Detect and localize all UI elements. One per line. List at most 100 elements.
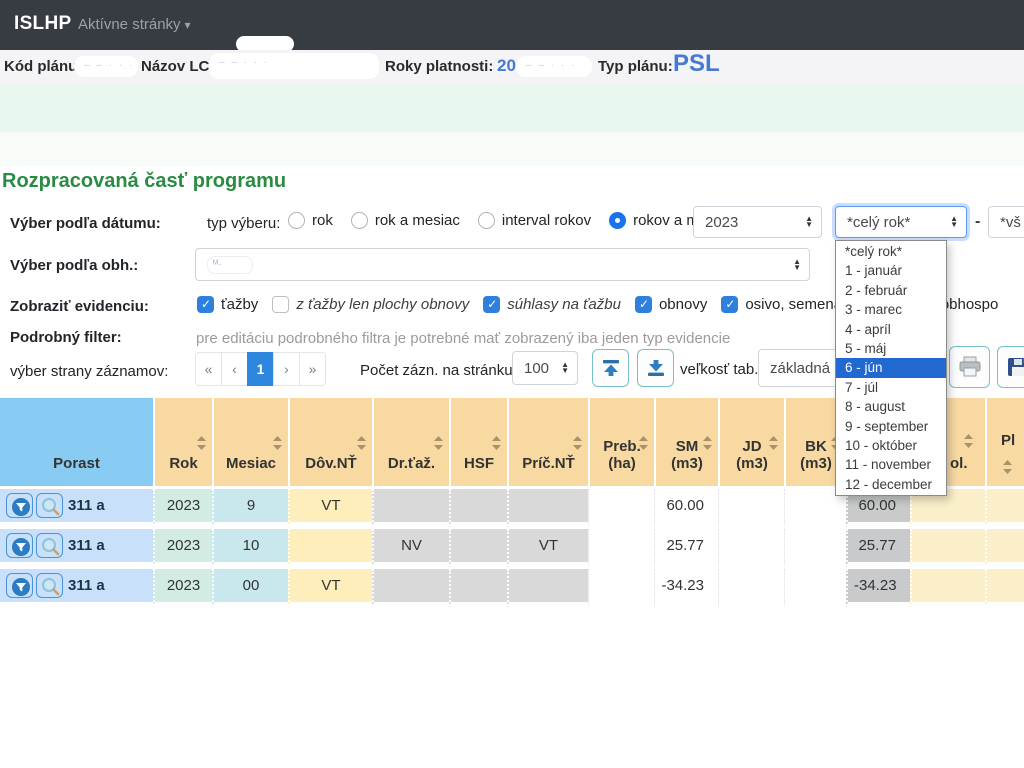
column-header-Pl[interactable]: Pl: [985, 398, 1024, 489]
column-header-SM[interactable]: SM(m3): [654, 398, 718, 489]
column-header-Mesiac[interactable]: Mesiac: [212, 398, 288, 489]
scroll-to-bottom-button[interactable]: [637, 349, 674, 387]
month-option[interactable]: 6 - jún: [836, 358, 946, 377]
checkbox-checked-icon[interactable]: [197, 296, 214, 313]
month-option[interactable]: 12 - december: [836, 475, 946, 494]
month-option[interactable]: 7 - júl: [836, 378, 946, 397]
row-filter-button[interactable]: [6, 573, 33, 598]
page-button-«[interactable]: «: [195, 352, 222, 386]
month-option[interactable]: 2 - február: [836, 281, 946, 300]
radio-option-rok-a-mesiac[interactable]: rok a mesiac: [351, 212, 460, 229]
section-title: Rozpracovaná časť programu: [2, 170, 286, 193]
evidencia-option-z-ťažby-len-plochy-obnovy[interactable]: z ťažby len plochy obnovy: [272, 296, 469, 313]
evidencia-option-obhospo[interactable]: obhospo: [941, 296, 999, 313]
month-option[interactable]: 1 - január: [836, 261, 946, 280]
sort-icon: [703, 436, 712, 450]
page-button-›[interactable]: ›: [273, 352, 300, 386]
column-header-Rok[interactable]: Rok: [153, 398, 212, 489]
evidencia-option-ťažby[interactable]: ťažby: [197, 296, 258, 313]
radio-option-rok[interactable]: rok: [288, 212, 333, 229]
nav-menu-active-pages[interactable]: Aktívne stránky▾: [78, 16, 191, 33]
plan-type-value: PSL: [673, 50, 720, 78]
funnel-icon: [9, 535, 31, 557]
table-cell: [718, 529, 784, 569]
table-cell: 2023: [153, 529, 212, 569]
month-option[interactable]: 11 - november: [836, 455, 946, 474]
column-sublabel: (m3): [724, 455, 780, 472]
column-header-Dr.ťaž.[interactable]: Dr.ťaž.: [372, 398, 449, 489]
per-page-select[interactable]: 100 ▲▼: [512, 351, 578, 385]
month-option[interactable]: 9 - september: [836, 417, 946, 436]
funnel-icon: [9, 575, 31, 597]
month-option[interactable]: 3 - marec: [836, 300, 946, 319]
table-cell[interactable]: 311 a: [0, 529, 153, 569]
table-cell[interactable]: 311 a: [0, 569, 153, 609]
radio-icon[interactable]: [288, 212, 305, 229]
checkbox-checked-icon[interactable]: [483, 296, 500, 313]
month-option[interactable]: 4 - apríl: [836, 320, 946, 339]
column-header-HSF[interactable]: HSF: [449, 398, 507, 489]
row-detail-button[interactable]: [36, 533, 63, 558]
evidencia-option-obnovy[interactable]: obnovy: [635, 296, 707, 313]
month-option[interactable]: 10 - október: [836, 436, 946, 455]
column-header-JD[interactable]: JD(m3): [718, 398, 784, 489]
obh-select[interactable]: ▲▼: [195, 248, 810, 281]
month-to-select[interactable]: *vš: [988, 206, 1024, 238]
spinner-icon: ▲▼: [793, 259, 801, 271]
checkbox-checked-icon[interactable]: [721, 296, 738, 313]
radio-label: rok: [312, 212, 333, 229]
page-button-‹[interactable]: ‹: [221, 352, 248, 386]
row-detail-button[interactable]: [36, 573, 63, 598]
type-select-label: typ výberu:: [207, 215, 280, 232]
row-filter-button[interactable]: [6, 533, 33, 558]
radio-icon[interactable]: [351, 212, 368, 229]
scroll-to-top-button[interactable]: [592, 349, 629, 387]
page-button-1[interactable]: 1: [247, 352, 274, 386]
column-header-Dôv.NŤ[interactable]: Dôv.NŤ: [288, 398, 372, 489]
floppy-disk-icon: [1006, 356, 1024, 378]
row-detail-button[interactable]: [36, 493, 63, 518]
sort-icon: [492, 436, 501, 450]
plan-type-label: Typ plánu:: [598, 58, 673, 75]
column-label: HSF: [455, 455, 503, 472]
checkbox-label: súhlasy na ťažbu: [507, 296, 621, 313]
month-option[interactable]: 8 - august: [836, 397, 946, 416]
checkbox-label: z ťažby len plochy obnovy: [296, 296, 469, 313]
checkbox-label: obhospo: [941, 296, 999, 313]
table-cell: [588, 529, 654, 569]
radio-label: rok a mesiac: [375, 212, 460, 229]
year-select[interactable]: 2023 ▲▼: [693, 206, 822, 238]
column-label: Príč.NŤ: [513, 455, 584, 472]
table-cell: VT: [507, 529, 588, 569]
column-header-Porast: Porast: [0, 398, 153, 489]
redaction-blob: [74, 56, 138, 77]
caret-down-icon: ▾: [185, 18, 191, 32]
checkbox-icon[interactable]: [272, 296, 289, 313]
table-cell: 00: [212, 569, 288, 609]
month-option[interactable]: *celý rok*: [836, 242, 946, 261]
save-button[interactable]: [997, 346, 1024, 388]
table-size-select[interactable]: základná: [758, 349, 846, 387]
table-cell: [985, 529, 1024, 569]
column-header-Preb.[interactable]: Preb.(ha): [588, 398, 654, 489]
evidencia-option-súhlasy-na-ťažbu[interactable]: súhlasy na ťažbu: [483, 296, 621, 313]
radio-selected-icon[interactable]: [609, 212, 626, 229]
table-cell: 2023: [153, 569, 212, 609]
radio-icon[interactable]: [478, 212, 495, 229]
radio-option-interval-rokov[interactable]: interval rokov: [478, 212, 591, 229]
spinner-icon: ▲▼: [805, 216, 813, 228]
row-filter-button[interactable]: [6, 493, 33, 518]
column-header-Príč.NŤ[interactable]: Príč.NŤ: [507, 398, 588, 489]
print-button[interactable]: [949, 346, 990, 388]
per-page-label: Počet zázn. na stránku:: [360, 362, 517, 379]
table-cell[interactable]: 311 a: [0, 489, 153, 529]
table-cell: [449, 569, 507, 609]
table-cell: [588, 569, 654, 609]
month-option[interactable]: 5 - máj: [836, 339, 946, 358]
table-cell: [910, 529, 985, 569]
plan-code-label: Kód plánu:: [4, 58, 82, 75]
app-window: ISLHP Aktívne stránky▾ Kód plánu: Názov …: [0, 0, 1024, 768]
checkbox-checked-icon[interactable]: [635, 296, 652, 313]
page-button-»[interactable]: »: [299, 352, 326, 386]
month-from-select[interactable]: *celý rok* ▲▼: [835, 206, 967, 238]
